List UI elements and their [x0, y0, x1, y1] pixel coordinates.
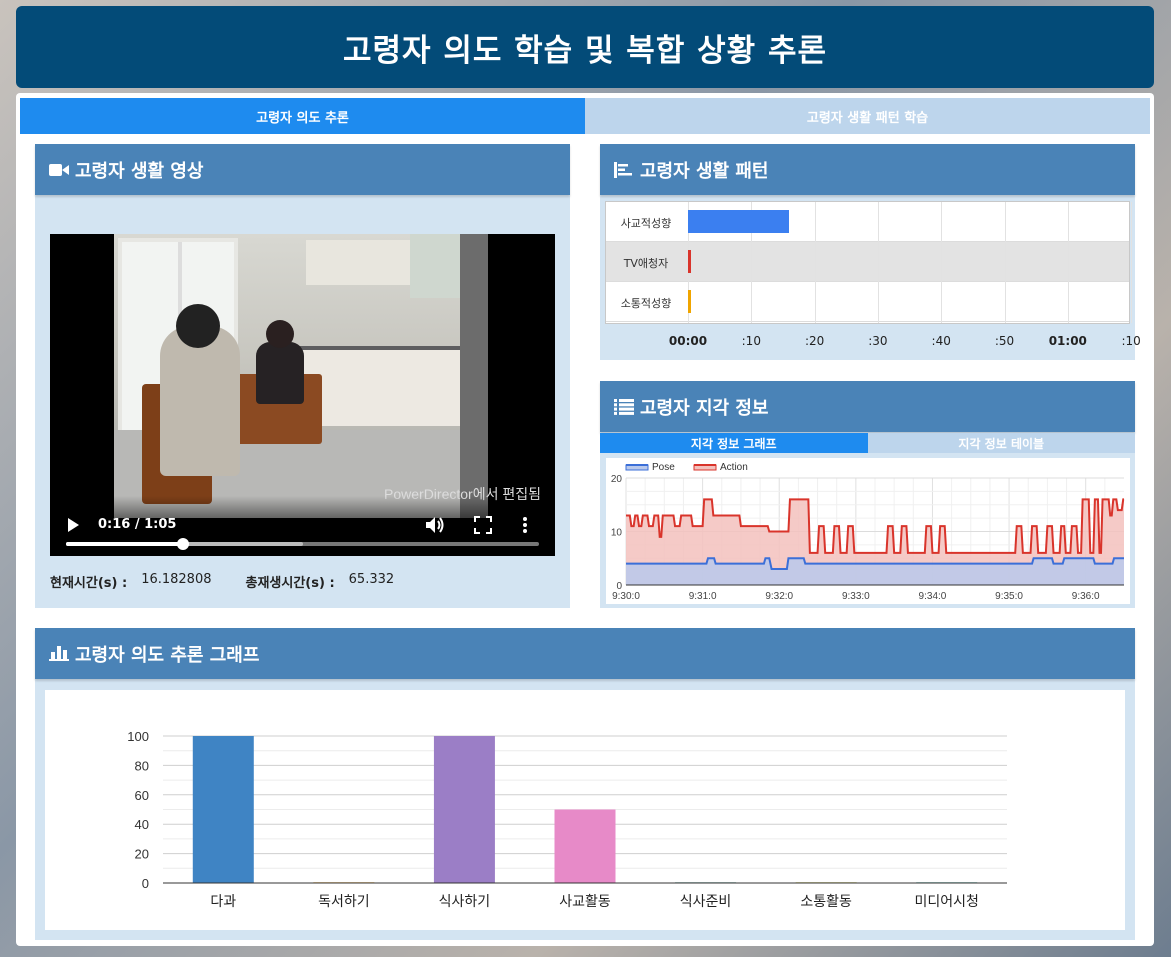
bar-3[interactable] [433, 736, 495, 883]
seek-handle[interactable] [177, 538, 190, 550]
y-tick-label: 20 [611, 474, 623, 485]
perception-title: 고령자 지각 정보 [640, 397, 769, 419]
timeline-tick-label: 01:00 [1048, 334, 1087, 348]
timeline-tick-label: 00:00 [668, 334, 708, 348]
timeline-row-label: 사교적성향 [620, 217, 672, 230]
x-tick-label: 소통활동 [800, 894, 852, 910]
timeline-gridline [1004, 202, 1006, 323]
life-pattern-timeline: 사교적성향 TV애청자소통적성향 [605, 201, 1133, 324]
intention-chart-svg: 0 20 40 60 80 100 다과 독서하기 식사하기 사교활동 식사준비 소통활동 미디어시청 [127, 729, 1007, 910]
y-tick-label: 0 [616, 581, 622, 592]
timeline-tick-label: :40 [931, 334, 951, 348]
timeline-bar[interactable] [688, 250, 691, 273]
y-tick-label: 80 [135, 758, 149, 773]
x-tick-label: 9:32:0 [765, 591, 793, 602]
bar-chart-icon [49, 645, 69, 661]
x-tick-label: 9:36:0 [1072, 591, 1100, 602]
timeline-row: 사교적성향 [606, 202, 1129, 242]
total-time-label: 총재생시간(s) : [245, 576, 335, 591]
timeline-row-label: TV애청자 [623, 257, 669, 270]
y-tick-label: 100 [127, 729, 149, 744]
intention-title: 고령자 의도 추론 그래프 [75, 644, 260, 666]
perception-subtabs: 지각 정보 그래프 지각 정보 테이블 [600, 433, 1135, 453]
tab-intention-inference[interactable]: 고령자 의도 추론 [20, 98, 585, 134]
bar-4[interactable] [554, 809, 616, 884]
video-player[interactable]: PowerDirector에서 편집됨 0:16 / 1:05 [50, 234, 555, 556]
x-tick-label: 독서하기 [318, 894, 370, 910]
perception-chart: 9:30:0 9:31:0 9:32:0 9:33:0 9:34:0 9:35:0 9:36… [606, 458, 1130, 604]
perception-chart-svg: 9:30:0 9:31:0 9:32:0 9:33:0 9:34:0 9:35:0 9:36… [611, 462, 1125, 602]
timeline-gridline [814, 202, 816, 323]
main-container: 고령자 의도 추론 고령자 생활 패턴 학습 고령자 생활 영상 PowerDi… [16, 93, 1154, 946]
timeline-bar[interactable] [688, 210, 790, 233]
y-tick-label: 60 [135, 788, 149, 803]
y-tick-label: 20 [135, 847, 149, 862]
more-options-icon[interactable] [522, 516, 528, 534]
timeline-tick-label: :20 [804, 334, 825, 348]
video-controls: 0:16 / 1:05 [50, 496, 555, 556]
video-panel-header: 고령자 생활 영상 [35, 144, 570, 195]
timeline-row: 소통적성향 [606, 282, 1129, 322]
video-panel: 고령자 생활 영상 PowerDirector에서 편집됨 0:16 / 1:0… [35, 144, 570, 608]
video-time-display: 0:16 / 1:05 [98, 517, 177, 532]
x-tick-label: 9:35:0 [995, 591, 1023, 602]
timeline-tick-label: :10 [741, 334, 761, 348]
timeline-row: TV애청자 [606, 242, 1129, 282]
play-icon[interactable] [68, 518, 79, 532]
perception-panel: 고령자 지각 정보 지각 정보 그래프 지각 정보 테이블 9:30:0 9:31… [600, 381, 1135, 608]
total-time-value: 65.332 [348, 572, 395, 587]
timeline-tick-label: :50 [994, 334, 1015, 348]
x-tick-label: 다과 [210, 894, 236, 910]
x-tick-label: 9:33:0 [842, 591, 870, 602]
timeline-row-label: 소통적성향 [620, 297, 672, 310]
volume-icon[interactable] [426, 516, 446, 534]
list-icon [614, 398, 634, 415]
x-tick-label: 9:34:0 [919, 591, 947, 602]
x-tick-label: 9:30:0 [612, 591, 640, 602]
timeline-gridline [877, 202, 879, 323]
video-info: 현재시간(s) : 16.182808 총재생시간(s) : 65.332 [50, 572, 394, 591]
video-camera-icon [49, 163, 69, 176]
video-seek-bar[interactable] [66, 538, 539, 550]
x-tick-label: 사교활동 [559, 894, 611, 910]
timeline-icon [614, 161, 632, 178]
life-pattern-header: 고령자 생활 패턴 [600, 144, 1135, 195]
tab-perception-graph[interactable]: 지각 정보 그래프 [600, 433, 868, 453]
timeline-bar[interactable] [688, 290, 691, 313]
perception-header: 고령자 지각 정보 [600, 381, 1135, 432]
timeline-tick-label: :10 [1121, 334, 1141, 348]
main-tabs: 고령자 의도 추론 고령자 생활 패턴 학습 [20, 98, 1150, 134]
fullscreen-icon[interactable] [474, 516, 492, 534]
y-tick-label: 10 [611, 528, 623, 539]
y-tick-label: 40 [135, 817, 149, 832]
legend-label: Action [720, 462, 748, 473]
y-tick-label: 0 [142, 876, 149, 891]
life-pattern-panel: 고령자 생활 패턴 사교적성향 TV애청자소통적성향 00:00 :10 :20 :30… [600, 144, 1141, 360]
x-tick-label: 미디어시청 [915, 894, 979, 910]
tab-life-pattern-learning[interactable]: 고령자 생활 패턴 학습 [585, 98, 1150, 134]
video-frame [114, 234, 488, 518]
life-pattern-title: 고령자 생활 패턴 [640, 160, 769, 182]
page-title: 고령자 의도 학습 및 복합 상황 추론 [342, 32, 828, 69]
bar-1[interactable] [192, 736, 254, 883]
current-time-label: 현재시간(s) : [50, 576, 128, 591]
tab-perception-table[interactable]: 지각 정보 테이블 [867, 433, 1135, 453]
timeline-gridline [1067, 202, 1069, 323]
x-tick-label: 식사하기 [439, 894, 491, 910]
x-tick-label: 식사준비 [680, 894, 732, 910]
timeline-gridline [941, 202, 943, 323]
timeline-gridline [1131, 202, 1133, 323]
page-header: 고령자 의도 학습 및 복합 상황 추론 [16, 6, 1154, 88]
intention-header: 고령자 의도 추론 그래프 [35, 628, 1135, 679]
intention-chart: 0 20 40 60 80 100 다과 독서하기 식사하기 사교활동 식사준비 소통활동 미디어시청 [45, 690, 1125, 930]
legend-label: Pose [652, 462, 675, 473]
timeline-axis: 00:00 :10 :20 :30 :40 :50 01:00 :10 [605, 334, 1141, 350]
timeline-tick-label: :30 [868, 334, 888, 348]
current-time-value: 16.182808 [141, 572, 212, 587]
video-panel-title: 고령자 생활 영상 [75, 160, 204, 182]
x-tick-label: 9:31:0 [689, 591, 717, 602]
intention-panel: 고령자 의도 추론 그래프 0 20 40 60 80 100 다과 독서하기 식사하기 사교활동… [35, 628, 1135, 940]
